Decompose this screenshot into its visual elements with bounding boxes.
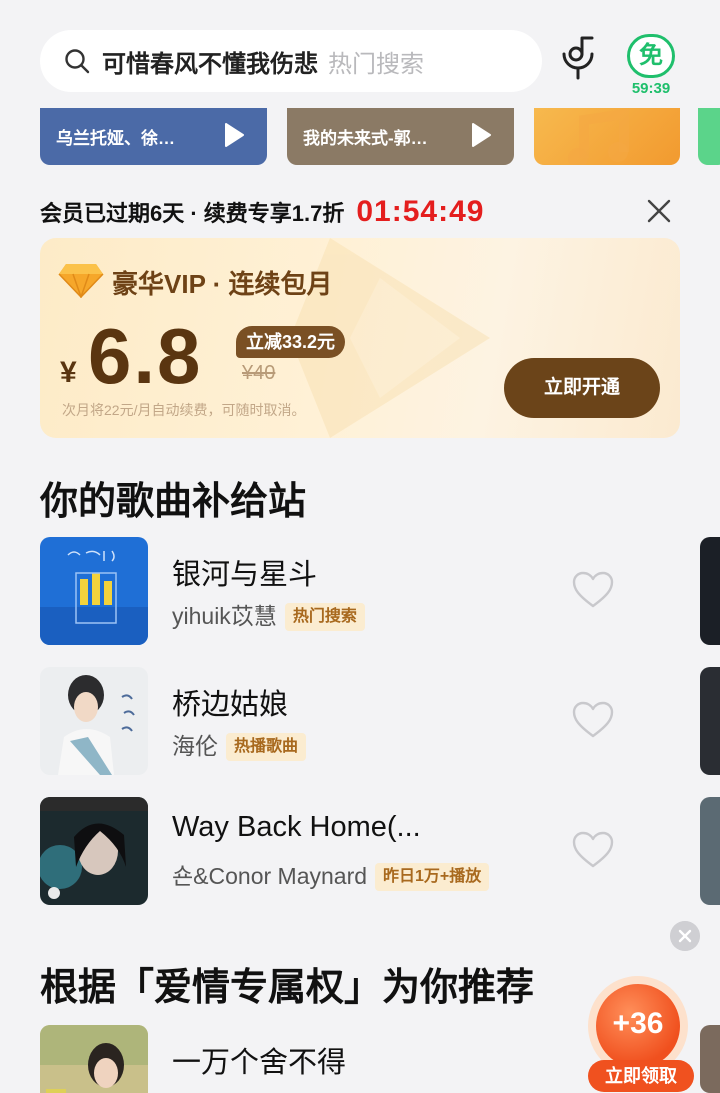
song-tag: 热门搜索	[284, 603, 365, 631]
song-title: 桥边姑娘	[172, 689, 289, 721]
song-title: 一万个舍不得	[172, 1047, 347, 1079]
song-tag: 热播歌曲	[226, 733, 307, 761]
membership-text: 会员已过期6天 · 续费专享1.7折	[40, 201, 345, 226]
next-page-cover[interactable]	[700, 537, 720, 645]
heart-icon[interactable]	[572, 701, 614, 739]
song-title: 银河与星斗	[172, 559, 318, 591]
reward-amount: +36	[596, 984, 680, 1068]
song-artist-line: 海伦 热播歌曲	[172, 727, 307, 761]
free-label: 免	[627, 34, 675, 78]
next-page-cover[interactable]	[700, 797, 720, 905]
song-tag: 昨日1万+播放	[375, 863, 490, 891]
top-bar: 可惜春风不懂我伤悲 热门搜索 免 59:39	[0, 0, 720, 108]
search-query: 可惜春风不懂我伤悲	[102, 50, 318, 78]
song-artist: 海伦	[172, 733, 218, 759]
diamond-icon	[58, 264, 104, 298]
album-art	[40, 537, 148, 645]
song-row[interactable]: 桥边姑娘 海伦 热播歌曲	[40, 667, 640, 775]
free-listening-badge[interactable]: 免 59:39	[624, 34, 678, 98]
currency-symbol: ¥	[60, 356, 77, 389]
album-cover[interactable]	[40, 537, 148, 645]
album-cover[interactable]	[40, 667, 148, 775]
heart-icon[interactable]	[572, 831, 614, 869]
song-artist-line: yihuik苡慧 热门搜索	[172, 597, 365, 631]
offer-countdown: 01:54:49	[356, 195, 485, 228]
search-bar[interactable]: 可惜春风不懂我伤悲 热门搜索	[40, 30, 542, 92]
banner-text: 我的未来式-郭…	[303, 129, 428, 148]
renewal-note: 次月将22元/月自动续费，可随时取消。	[62, 402, 306, 418]
play-icon[interactable]	[223, 122, 245, 148]
banner-text: 乌兰托娅、徐…	[56, 129, 175, 148]
song-row[interactable]: Way Back Home(... 숀&Conor Maynard 昨日1万+播放	[40, 797, 640, 905]
song-artist: 숀&Conor Maynard	[172, 863, 368, 889]
banner-card[interactable]	[698, 108, 720, 165]
section-title: 你的歌曲补给站	[40, 481, 307, 523]
song-artist: yihuik苡慧	[172, 603, 277, 629]
playlist-banners: 乌兰托娅、徐… 我的未来式-郭…	[40, 108, 720, 166]
vip-offer-card[interactable]: 豪华VIP · 连续包月 ¥ 6.8 立减33.2元 ¥40 次月将22元/月自…	[40, 238, 680, 438]
claim-reward-button[interactable]: 立即领取	[588, 1060, 694, 1092]
album-art	[40, 797, 148, 905]
voice-search-icon[interactable]	[556, 34, 600, 84]
album-cover[interactable]	[40, 797, 148, 905]
membership-status: 会员已过期6天 · 续费专享1.7折 01:54:49	[40, 192, 680, 232]
play-icon[interactable]	[470, 122, 492, 148]
album-art	[40, 1025, 148, 1093]
free-timer: 59:39	[631, 80, 671, 97]
close-icon[interactable]	[646, 198, 672, 224]
next-page-cover[interactable]	[700, 667, 720, 775]
banner-card[interactable]	[534, 108, 680, 165]
search-icon	[65, 49, 90, 74]
close-reward-icon[interactable]	[670, 921, 700, 951]
song-title: Way Back Home(...	[172, 811, 421, 843]
album-cover[interactable]	[40, 1025, 148, 1093]
music-note-icon	[568, 108, 629, 165]
original-price: ¥40	[242, 362, 276, 384]
activate-vip-button[interactable]: 立即开通	[504, 358, 660, 418]
song-row[interactable]: 银河与星斗 yihuik苡慧 热门搜索	[40, 537, 640, 645]
heart-icon[interactable]	[572, 571, 614, 609]
section-title: 根据「爱情专属权」为你推荐	[40, 967, 535, 1009]
banner-card[interactable]: 乌兰托娅、徐…	[40, 108, 267, 165]
banner-card[interactable]: 我的未来式-郭…	[287, 108, 514, 165]
song-artist-line: 숀&Conor Maynard 昨日1万+播放	[172, 857, 490, 891]
vip-title: 豪华VIP · 连续包月	[112, 269, 333, 299]
search-hint: 热门搜索	[328, 50, 424, 78]
next-page-cover[interactable]	[700, 1025, 720, 1093]
vip-price: 6.8	[88, 312, 203, 400]
discount-badge: 立减33.2元	[236, 326, 346, 358]
album-art	[40, 667, 148, 775]
song-row[interactable]: 一万个舍不得	[40, 1025, 640, 1093]
reward-widget[interactable]: +36 立即领取	[588, 976, 694, 1093]
